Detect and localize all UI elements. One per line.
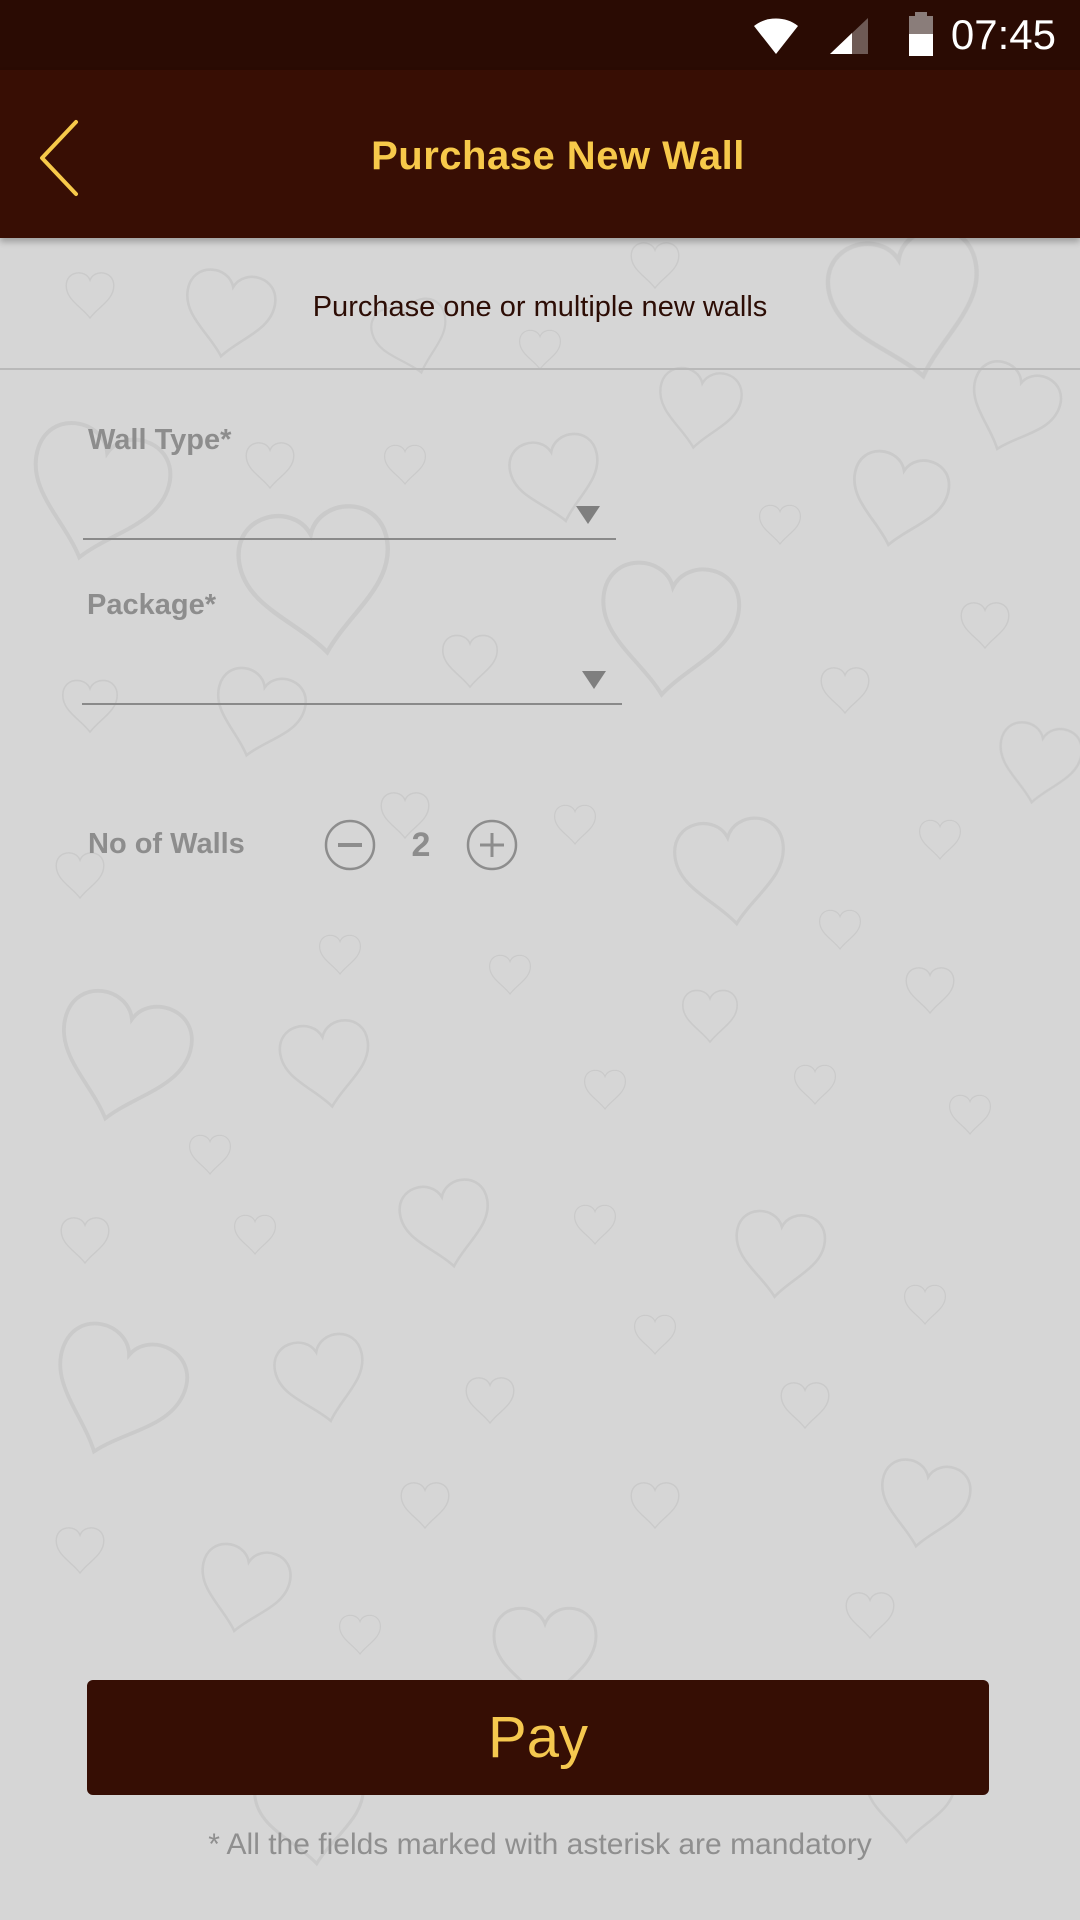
wall-type-dropdown[interactable] [83,470,616,540]
plus-circle-icon [466,819,518,871]
package-label: Package* [87,589,216,621]
pay-button[interactable]: Pay [87,1680,989,1795]
walls-count-label: No of Walls [88,828,245,860]
cell-signal-icon [830,18,868,54]
screen: 07:45 Purchase New Wall Purchase one or … [0,0,1080,1920]
battery-icon [909,12,933,56]
status-bar: 07:45 [0,0,1080,70]
divider [0,368,1080,370]
increment-walls-button[interactable] [466,819,518,871]
page-subtitle: Purchase one or multiple new walls [312,291,768,323]
wifi-icon [754,18,798,54]
decrement-walls-button[interactable] [324,819,376,871]
app-bar: Purchase New Wall [0,70,1080,238]
walls-count-value: 2 [411,826,431,864]
package-dropdown[interactable] [82,635,622,705]
dropdown-arrow-icon [582,671,606,689]
status-time: 07:45 [950,11,1056,58]
mandatory-fields-note: * All the fields marked with asterisk ar… [208,1828,872,1861]
dropdown-arrow-icon [576,506,600,524]
wall-type-label: Wall Type* [88,424,232,456]
page-title: Purchase New Wall [371,134,745,178]
minus-circle-icon [324,819,376,871]
